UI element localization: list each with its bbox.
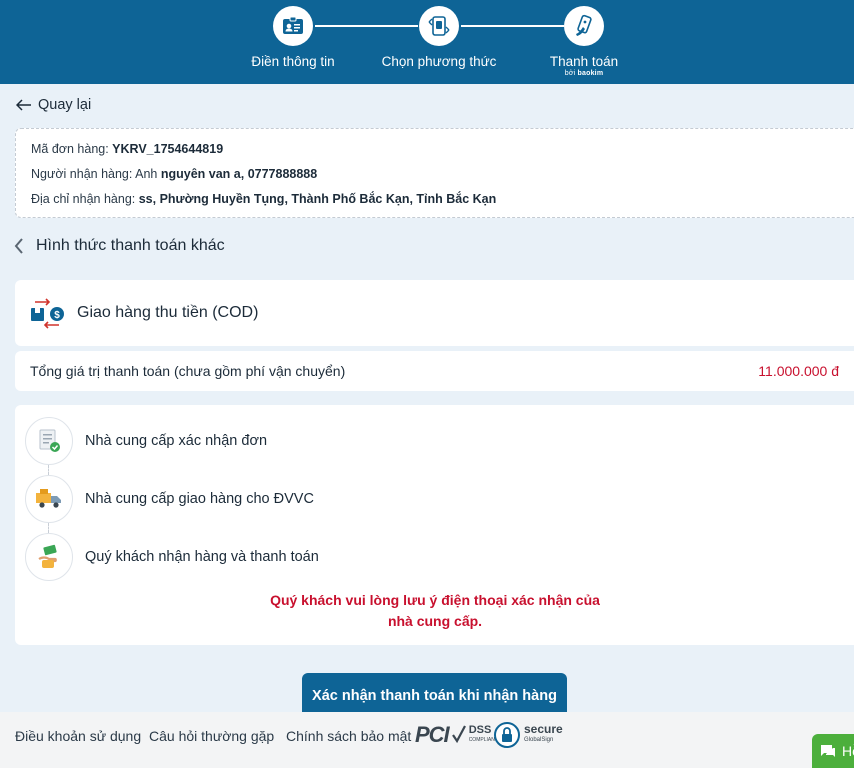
- supplier-call-notice: Quý khách vui lòng lưu ý điện thoại xác …: [270, 592, 600, 629]
- total-row: Tổng giá trị thanh toán (chưa gồm phí vậ…: [15, 351, 854, 391]
- process-step-receive: Quý khách nhận hàng và thanh toán: [25, 533, 319, 581]
- svg-text:$: $: [54, 310, 60, 321]
- globalsign-secure-badge: secure GlobalSign: [494, 722, 563, 748]
- order-code-value: YKRV_1754644819: [112, 142, 224, 156]
- pci-dss-badge: PCI DSS COMPLIANT: [415, 722, 498, 748]
- pci-logo: PCI: [415, 722, 450, 747]
- arrow-left-icon: [16, 99, 31, 111]
- other-payment-methods-link[interactable]: Hình thức thanh toán khác: [14, 237, 225, 255]
- cod-label: Giao hàng thu tiền (COD): [77, 304, 259, 321]
- order-code-row: Mã đơn hàng: YKRV_1754644819: [31, 141, 844, 166]
- address-label: Địa chỉ nhận hàng:: [31, 192, 139, 206]
- provider-brand-name: baokim: [577, 70, 604, 77]
- phone-pay-icon: [564, 6, 604, 46]
- support-chat-button[interactable]: Hỗ: [812, 734, 854, 768]
- order-info-card: Mã đơn hàng: YKRV_1754644819 Người nhận …: [15, 128, 854, 218]
- provider-brand: bởi baokim: [514, 70, 654, 77]
- hand-money-icon: [25, 533, 73, 581]
- step-label: Điền thông tin: [251, 54, 335, 69]
- payment-method-icon: [419, 6, 459, 46]
- back-link[interactable]: Quay lại: [16, 97, 91, 113]
- step-label: Thanh toán: [549, 54, 619, 69]
- recipient-row: Người nhận hàng: Anh nguyên van a, 07778…: [31, 166, 844, 191]
- order-code-label: Mã đơn hàng:: [31, 142, 113, 156]
- other-methods-label: Hình thức thanh toán khác: [36, 237, 225, 254]
- back-label: Quay lại: [38, 97, 92, 113]
- step-choose-method: Chọn phương thức: [369, 6, 509, 69]
- cod-process-card: Nhà cung cấp xác nhận đơn Nhà cung cấp g…: [15, 405, 854, 645]
- checkout-header: Điền thông tin Chọn phương thức Thanh to…: [0, 0, 854, 84]
- address-row: Địa chỉ nhận hàng: ss, Phường Huyền Tụng…: [31, 191, 844, 216]
- process-divider: [48, 465, 49, 475]
- process-step-label: Quý khách nhận hàng và thanh toán: [85, 549, 319, 565]
- recipient-label: Người nhận hàng: Anh: [31, 167, 161, 181]
- privacy-link[interactable]: Chính sách bảo mật: [286, 728, 411, 744]
- total-amount: 11.000.000 đ: [758, 363, 839, 379]
- process-step-confirm: Nhà cung cấp xác nhận đơn: [25, 417, 267, 465]
- secure-sub: GlobalSign: [524, 737, 554, 743]
- secure-label: secure GlobalSign: [524, 722, 563, 746]
- step-fill-info: Điền thông tin: [223, 6, 363, 69]
- delivery-truck-icon: [25, 475, 73, 523]
- cod-method-card: $ Giao hàng thu tiền (COD): [15, 280, 854, 346]
- process-step-ship: Nhà cung cấp giao hàng cho ĐVVC: [25, 475, 314, 523]
- check-icon: [451, 725, 466, 744]
- secure-title: secure: [524, 722, 563, 736]
- cod-icon: $: [31, 298, 64, 329]
- address-value: ss, Phường Huyền Tụng, Thành Phố Bắc Kạn…: [138, 192, 497, 206]
- step-label: Chọn phương thức: [381, 54, 497, 69]
- total-label: Tổng giá trị thanh toán (chưa gồm phí vậ…: [30, 363, 346, 379]
- contact-card-icon: [273, 6, 313, 46]
- provider-prefix: bởi: [564, 70, 576, 77]
- lock-icon: [494, 722, 520, 748]
- order-confirm-icon: [25, 417, 73, 465]
- faq-link[interactable]: Câu hỏi thường gặp: [149, 728, 274, 744]
- recipient-value: nguyên van a, 0777888888: [160, 167, 318, 181]
- process-step-label: Nhà cung cấp xác nhận đơn: [85, 433, 268, 449]
- process-divider: [48, 523, 49, 533]
- process-step-label: Nhà cung cấp giao hàng cho ĐVVC: [85, 491, 314, 507]
- chevron-left-icon: [14, 238, 23, 254]
- terms-link[interactable]: Điều khoản sử dụng: [15, 728, 141, 744]
- step-payment: Thanh toán bởi baokim: [514, 6, 654, 77]
- chat-icon: [821, 745, 835, 757]
- footer: Điều khoản sử dụng Câu hỏi thường gặp Ch…: [0, 712, 854, 768]
- chat-label: Hỗ: [842, 743, 854, 759]
